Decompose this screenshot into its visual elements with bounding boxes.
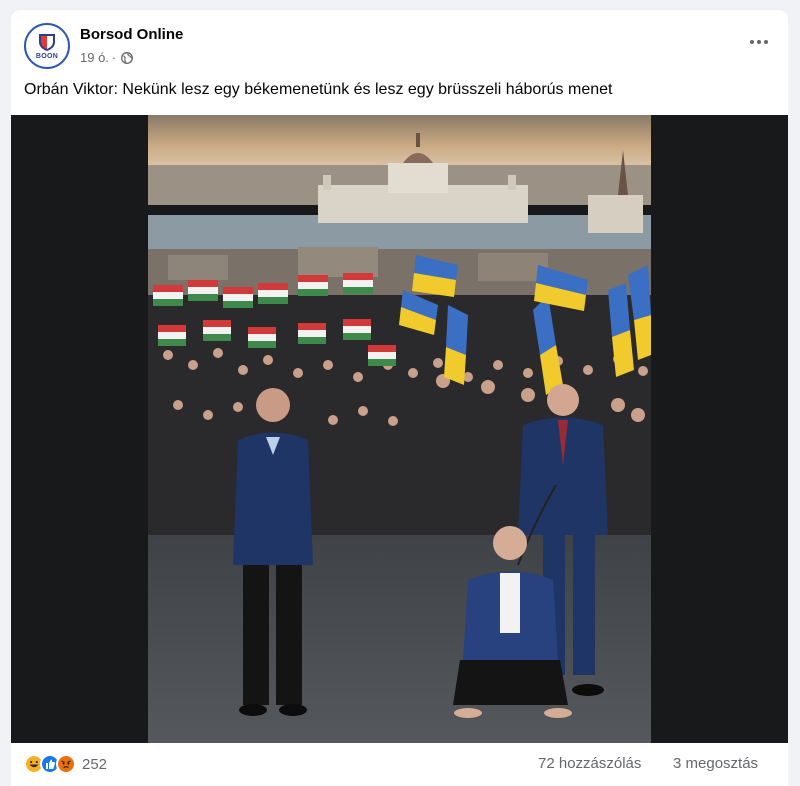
meta-separator: · bbox=[111, 50, 117, 65]
post-footer: 252 72 hozzászólás 3 megosztás bbox=[11, 743, 788, 786]
post-image-illustration bbox=[148, 115, 651, 743]
reaction-count: 252 bbox=[82, 755, 108, 773]
page-name-link[interactable]: Borsod Online bbox=[80, 26, 183, 43]
post-text: Orbán Viktor: Nekünk lesz egy békemenetü… bbox=[24, 81, 613, 98]
post-timestamp[interactable]: 19 ó. bbox=[80, 50, 109, 65]
page-avatar[interactable]: BOON bbox=[24, 23, 70, 69]
avatar-brand-text: BOON bbox=[35, 53, 59, 60]
globe-icon[interactable] bbox=[121, 51, 134, 64]
more-dot bbox=[764, 40, 768, 44]
more-dot bbox=[750, 40, 754, 44]
media-container bbox=[11, 115, 788, 743]
shield-logo-icon bbox=[39, 34, 55, 51]
post-card: BOON Borsod Online 19 ó. · Orbán Viktor:… bbox=[11, 10, 788, 786]
more-options-button[interactable] bbox=[744, 30, 774, 54]
more-dot bbox=[757, 40, 761, 44]
comments-count-link[interactable]: 72 hozzászólás bbox=[538, 755, 641, 772]
reactions-summary[interactable]: 252 bbox=[24, 754, 107, 774]
post-meta: 19 ó. · bbox=[80, 50, 134, 65]
post-header: BOON Borsod Online 19 ó. · bbox=[11, 10, 788, 74]
post-image[interactable] bbox=[148, 115, 651, 743]
angry-icon bbox=[56, 754, 76, 774]
shares-count-link[interactable]: 3 megosztás bbox=[673, 755, 758, 772]
